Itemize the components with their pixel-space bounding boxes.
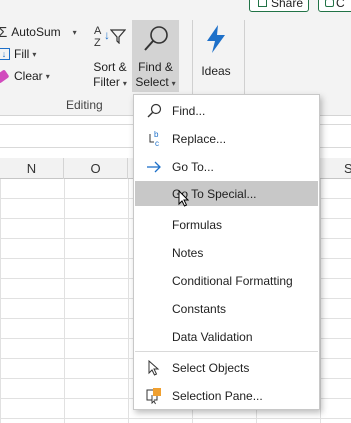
clear-button[interactable]: Clear ▾ [0,66,50,86]
share-button[interactable]: Share [249,0,309,12]
svg-text:c: c [155,139,159,148]
sigma-icon: Σ [0,23,8,41]
chevron-down-icon: ▾ [72,27,77,37]
menu-item-go-to[interactable]: Go To... [135,154,318,179]
menu-item-conditional-formatting[interactable]: Conditional Formatting [135,268,318,293]
find-select-button[interactable]: Find & Select ▾ [132,20,179,92]
autosum-button[interactable]: Σ AutoSum ▾ [0,22,77,42]
ideas-button[interactable]: Ideas [198,24,234,79]
editing-group-label: Editing [66,98,103,112]
menu-item-find[interactable]: Find... [135,98,318,123]
chevron-down-icon: ▾ [122,79,127,88]
fill-down-icon: ↓ [0,48,10,60]
replace-icon: bc [145,130,163,148]
comments-button[interactable]: C [318,0,351,12]
menu-item-select-objects[interactable]: Select Objects [135,355,318,380]
column-header-o[interactable]: O [64,158,128,179]
menu-item-constants[interactable]: Constants [135,296,318,321]
menu-item-replace[interactable]: bc Replace... [135,126,318,151]
menu-item-notes[interactable]: Notes [135,240,318,265]
fill-button[interactable]: ↓ Fill ▾ [0,44,36,64]
svg-text:b: b [154,130,159,139]
lightning-icon [207,25,225,53]
sort-filter-button[interactable]: A Z ↓ Sort & Filter ▾ [88,24,132,91]
pointer-icon [145,359,163,377]
column-header-s[interactable]: S [344,158,351,179]
magnifier-icon [143,26,168,51]
comment-icon [325,0,334,7]
menu-item-go-to-special[interactable]: Go To Special... [135,181,318,207]
sort-filter-icon: A Z ↓ [88,24,132,54]
selection-pane-icon [145,387,163,405]
menu-item-selection-pane[interactable]: Selection Pane... [135,383,318,408]
menu-separator [135,351,318,352]
arrow-right-icon [145,158,163,176]
menu-item-data-validation[interactable]: Data Validation [135,324,318,349]
menu-item-formulas[interactable]: Formulas [135,212,318,237]
column-header-n[interactable]: N [0,158,64,179]
chevron-down-icon: ▾ [45,71,50,81]
share-icon [258,0,267,7]
eraser-icon [0,68,10,84]
search-icon [145,102,163,120]
chevron-down-icon: ▾ [171,79,176,88]
chevron-down-icon: ▾ [32,49,37,59]
mouse-cursor-icon [178,190,190,207]
find-select-menu: Find... bc Replace... Go To... Go To Spe… [133,94,320,410]
